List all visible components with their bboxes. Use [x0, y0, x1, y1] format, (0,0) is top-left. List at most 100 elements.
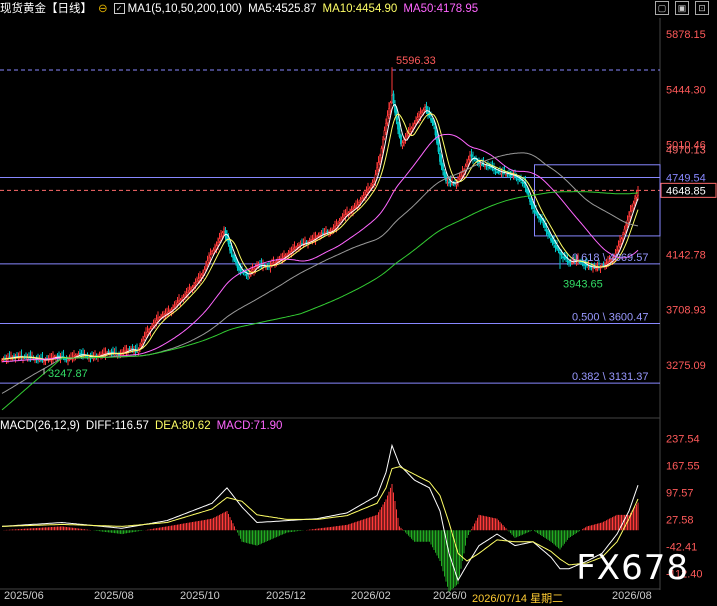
candle-body: [388, 108, 390, 116]
candle-body: [560, 252, 563, 256]
candle-body: [341, 217, 344, 220]
circle-minus-icon[interactable]: ⊖: [98, 3, 108, 15]
candle-body: [218, 238, 221, 242]
candle-body: [380, 148, 383, 158]
candle-body: [545, 229, 548, 232]
candle-body: [400, 135, 402, 145]
candle-body: [176, 302, 179, 305]
candle-body: [140, 341, 143, 345]
candle-body: [401, 142, 404, 146]
candle-body: [251, 269, 254, 272]
candle-body: [550, 237, 552, 241]
candle-body: [74, 355, 77, 357]
candle-body: [179, 299, 182, 303]
candle-body: [361, 198, 363, 202]
candle-body: [488, 166, 491, 169]
candle-body: [382, 139, 384, 149]
diff-value: DIFF:116.57: [85, 420, 149, 432]
candle-body: [634, 198, 636, 203]
candle-body: [151, 325, 153, 329]
candle-body: [404, 136, 407, 140]
candle-body: [128, 348, 131, 351]
candle-body: [403, 139, 405, 143]
candle-body: [67, 359, 69, 362]
candle-body: [200, 274, 203, 278]
drawing-box: [534, 164, 661, 237]
candle-body: [538, 216, 540, 219]
candle-body: [184, 294, 186, 298]
candle-body: [566, 260, 569, 263]
candle-body: [370, 185, 372, 188]
candle-body: [425, 105, 428, 111]
candle-body: [410, 127, 413, 132]
candle-body: [238, 266, 240, 271]
window-buttons: ▢ ▣ ⊡: [655, 1, 709, 15]
candle-body: [631, 205, 633, 211]
candle-body: [164, 313, 167, 315]
candle-body: [379, 155, 381, 162]
candle-body: [533, 210, 536, 213]
candle-body: [146, 331, 149, 335]
candle-body: [223, 228, 225, 232]
candle-body: [157, 317, 159, 320]
price-tick-label: 3275.09: [666, 360, 706, 372]
candle-body: [431, 119, 434, 123]
candle-body: [371, 182, 374, 185]
maximize-icon[interactable]: ▣: [675, 1, 689, 15]
macd-tick-label: 97.57: [666, 488, 694, 500]
candle-body: [583, 264, 585, 266]
macd-tick-label: 27.58: [666, 515, 694, 527]
candle-body: [397, 121, 399, 130]
candle-body: [118, 353, 120, 356]
candle-body: [193, 284, 195, 288]
low-recent-label: 3943.65: [563, 278, 603, 290]
x-tick-label: 2026/0: [433, 590, 467, 602]
x-tick-label: 2025/06: [4, 590, 44, 602]
macd-tick-label: 237.54: [666, 434, 700, 446]
candle-body: [188, 289, 191, 293]
candle-body: [377, 162, 380, 170]
candle-body: [145, 332, 147, 336]
candle-body: [178, 300, 180, 302]
candle-body: [446, 182, 449, 184]
candle-body: [287, 253, 290, 255]
candle-body: [139, 345, 141, 349]
restore-icon[interactable]: ▢: [655, 1, 669, 15]
candle-body: [620, 238, 623, 244]
candle-body: [440, 160, 443, 167]
candle-body: [58, 355, 60, 357]
candle-body: [392, 93, 395, 104]
diff-line: [1, 443, 639, 582]
candle-body: [409, 129, 411, 132]
candle-body: [202, 271, 204, 275]
candle-body: [239, 268, 242, 271]
candle-body: [584, 263, 587, 266]
chart-canvas[interactable]: 5878.155444.305010.464970.134749.544648.…: [0, 0, 717, 604]
candle-body: [112, 351, 114, 354]
candle-body: [553, 240, 555, 245]
close-icon[interactable]: ⊡: [695, 1, 709, 15]
candle-body: [493, 168, 495, 171]
dea-value: DEA:80.62: [154, 420, 211, 432]
candle-body: [212, 249, 215, 254]
candle-body: [217, 242, 219, 246]
candle-body: [517, 178, 519, 181]
candle-body: [497, 171, 500, 173]
candle-body: [190, 287, 192, 290]
candle-body: [148, 329, 150, 332]
candle-body: [367, 189, 369, 192]
candle-body: [509, 174, 512, 177]
candle-body: [1, 359, 3, 362]
candle-body: [617, 245, 620, 251]
ma-checkbox-icon[interactable]: ✓: [113, 3, 125, 15]
candle-body: [539, 217, 542, 220]
candle-body: [461, 172, 464, 176]
candle-body: [412, 124, 414, 128]
candle-body: [460, 176, 462, 180]
candle-body: [8, 356, 11, 359]
candle-body: [262, 265, 264, 268]
x-axis-labels: 2025/06 2025/08 2025/10 2025/12 2026/02 …: [0, 590, 660, 605]
candle-body: [635, 193, 638, 198]
period-label[interactable]: 【日线】: [46, 3, 92, 15]
candle-body: [305, 241, 308, 244]
